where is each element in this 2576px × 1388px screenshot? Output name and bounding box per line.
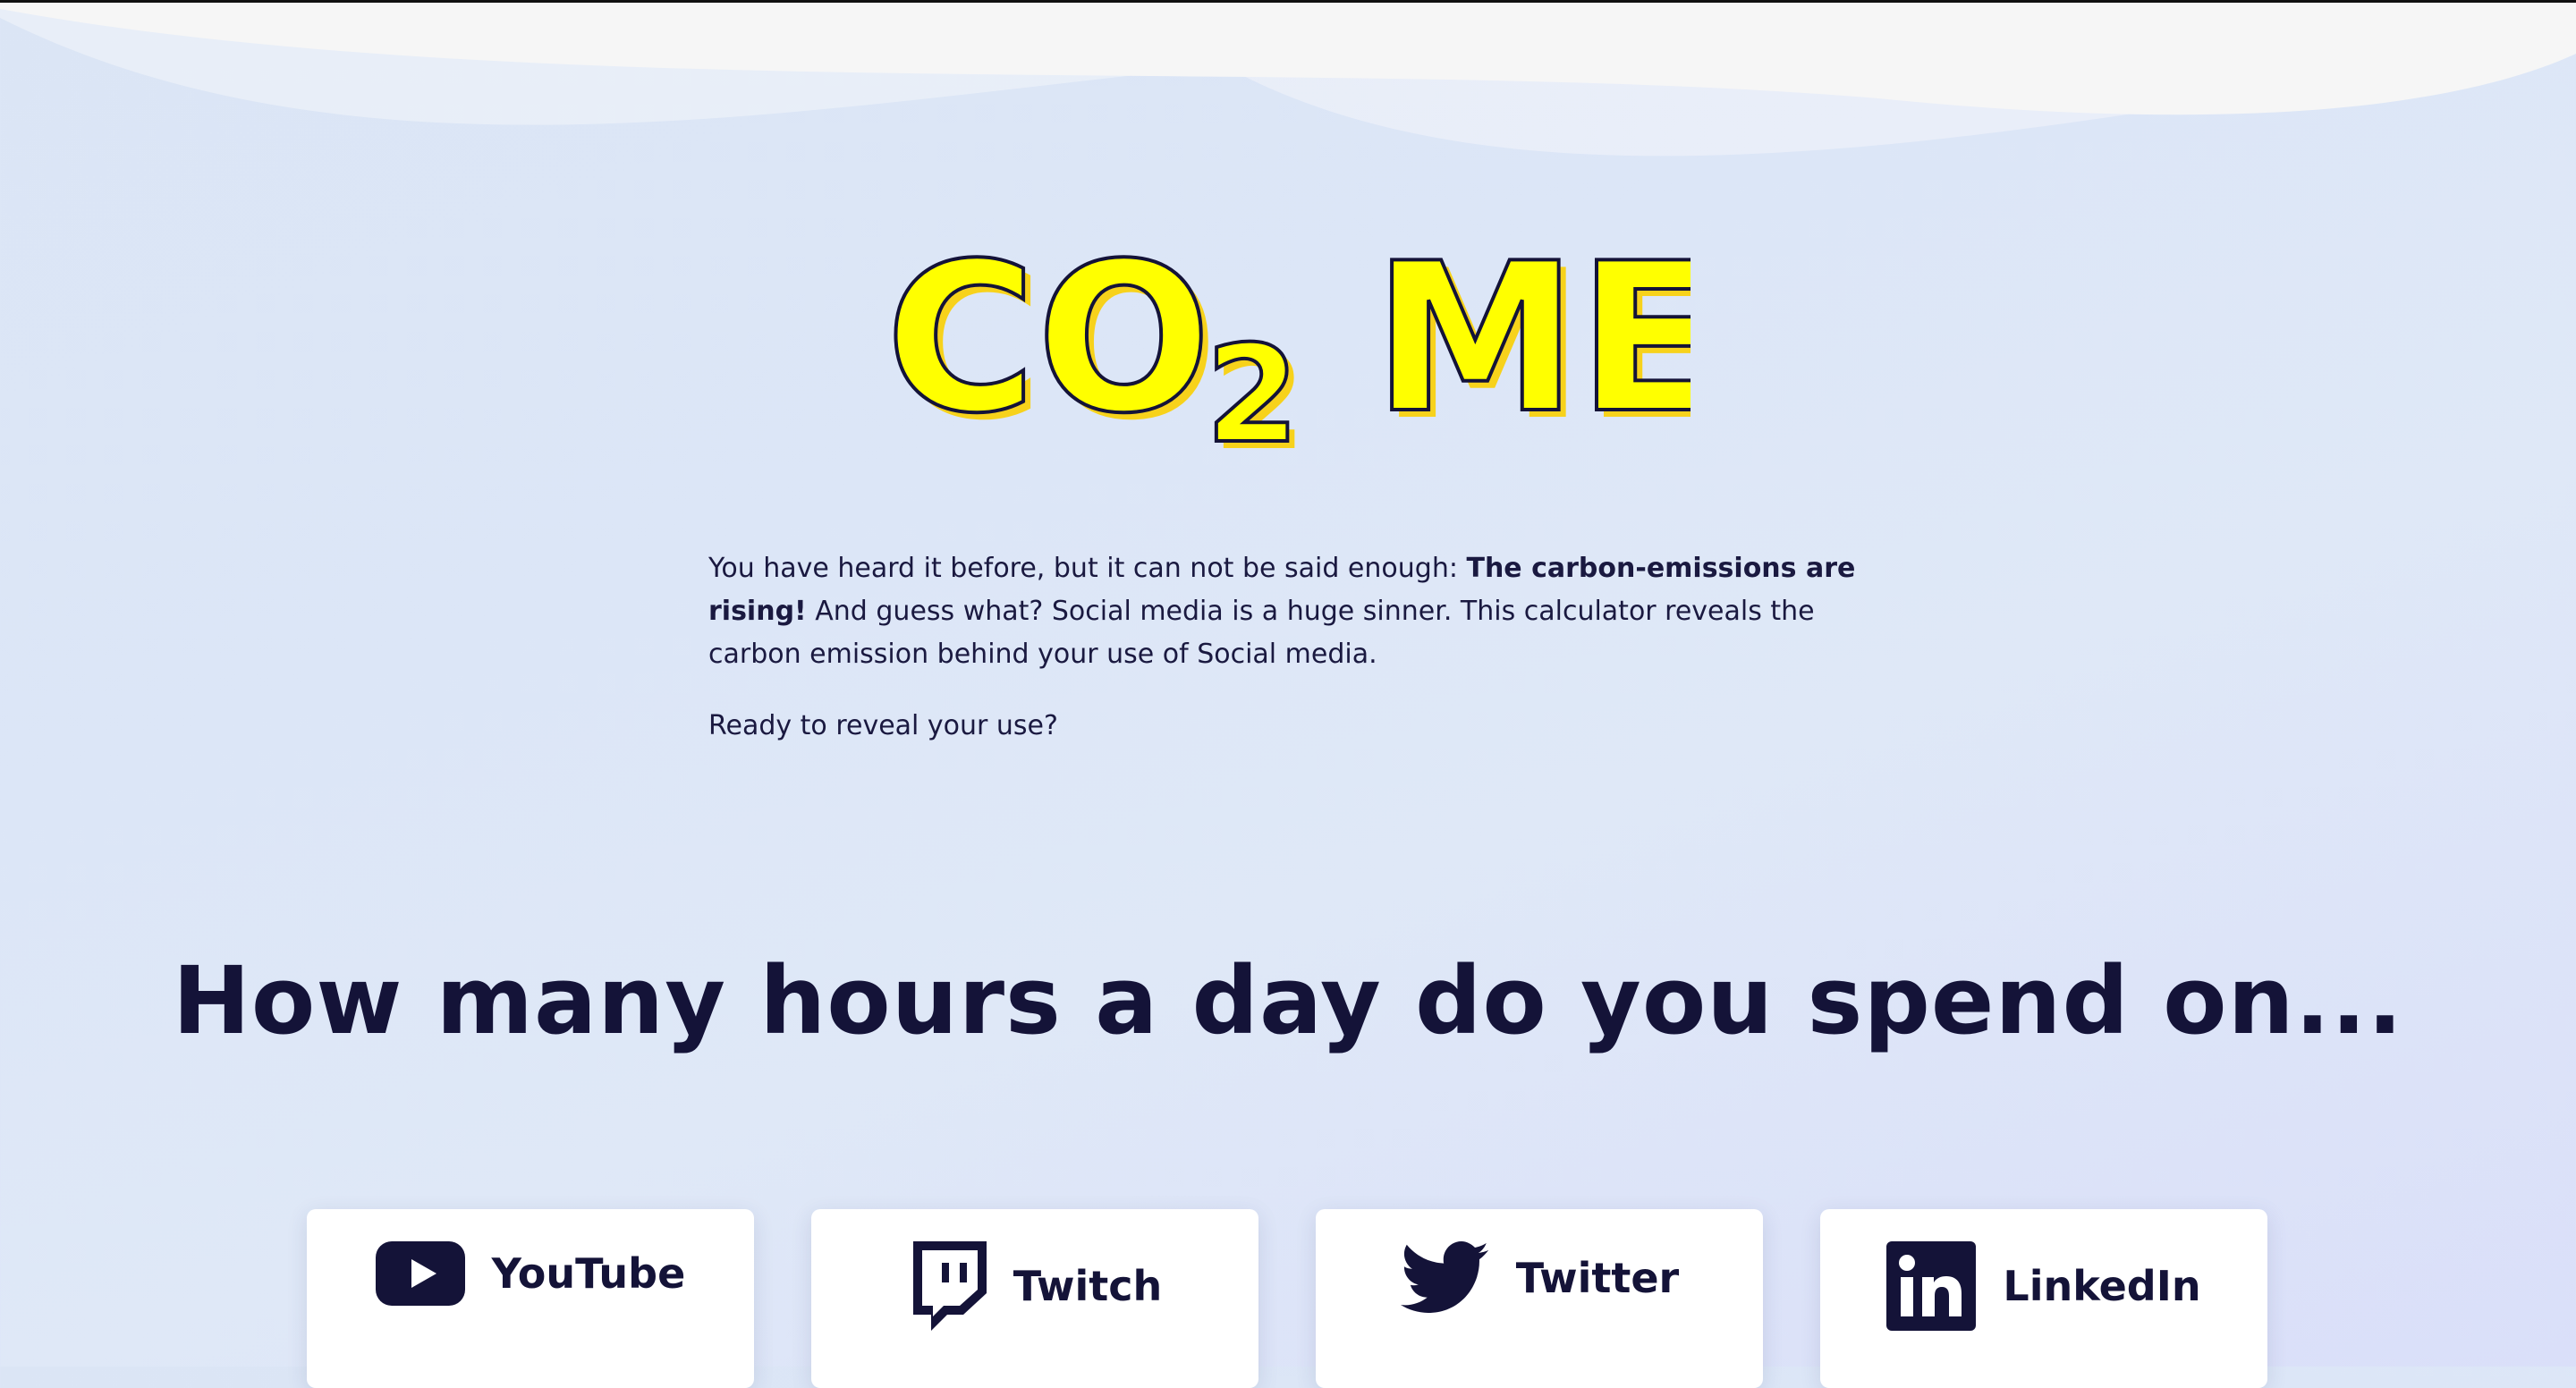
intro-text: You have heard it before, but it can not… [708, 547, 1871, 776]
platform-card-twitter[interactable]: Twitter [1316, 1209, 1763, 1388]
platform-label: Twitch [1013, 1262, 1163, 1310]
platform-card-twitch[interactable]: Twitch [811, 1209, 1258, 1388]
linkedin-icon [1886, 1241, 1977, 1331]
platform-label: YouTube [491, 1249, 686, 1298]
platform-label: LinkedIn [2003, 1262, 2201, 1310]
logo-subscript: 2 [1206, 317, 1299, 472]
twitter-icon [1400, 1241, 1489, 1315]
twitch-icon [908, 1241, 987, 1331]
logo-co: CO [886, 240, 1211, 459]
platform-label: Twitter [1515, 1254, 1680, 1302]
platform-cards: YouTube Twitch Twitter LinkedIn [307, 1209, 2269, 1388]
intro-cta: Ready to reveal your use? [708, 710, 1058, 741]
decorative-waves [0, 0, 2576, 157]
window-top-border [0, 0, 2576, 3]
hours-question-heading: How many hours a day do you spend on... [172, 946, 2404, 1055]
youtube-icon [375, 1241, 465, 1306]
platform-card-youtube[interactable]: YouTube [307, 1209, 754, 1388]
platform-card-linkedin[interactable]: LinkedIn [1820, 1209, 2267, 1388]
logo-me: ME [1373, 240, 1690, 459]
intro-paragraph: You have heard it before, but it can not… [708, 553, 1856, 670]
co2-me-logo: CO 2 ME CO 2 ME [886, 240, 1690, 472]
